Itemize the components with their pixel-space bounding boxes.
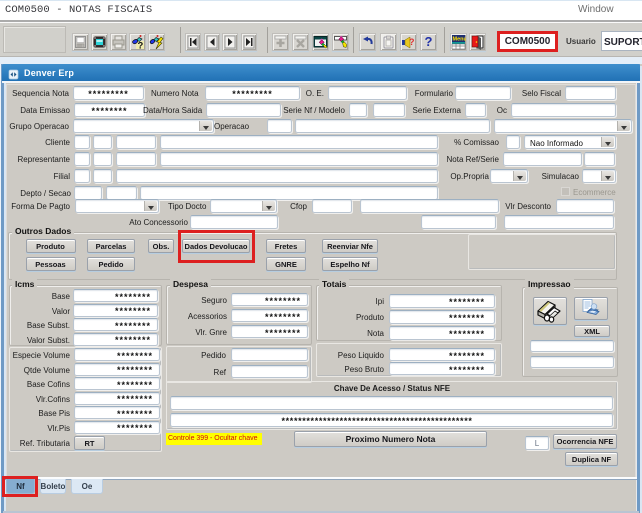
svg-text:?: ? [409, 37, 415, 47]
svg-text:Menu: Menu [453, 37, 467, 43]
svg-text:?: ? [138, 41, 144, 51]
